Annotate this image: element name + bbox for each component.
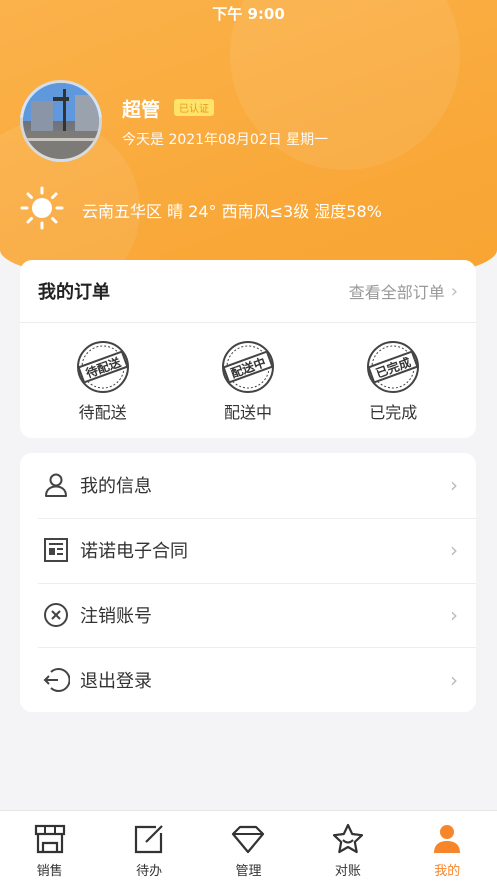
chevron-right-icon: › xyxy=(450,602,458,627)
settings-menu: 我的信息 › 诺诺电子合同 › 注销账号 › 退出登录 › xyxy=(20,453,476,712)
diamond-icon xyxy=(232,825,265,854)
order-status-label: 配送中 xyxy=(223,403,272,422)
date-text: 今天是 2021年08月02日 星期一 xyxy=(122,132,329,148)
view-all-orders-label: 查看全部订单 xyxy=(348,283,445,302)
username: 超管 xyxy=(122,99,161,121)
tab-label: 销售 xyxy=(36,864,63,879)
delivering-stamp-icon: 配送中 xyxy=(221,341,274,393)
order-status-row: 待配送 待配送 配送中 配送中 已完成 已完成 xyxy=(20,323,476,423)
logout-icon xyxy=(43,667,70,692)
menu-item-my-info[interactable]: 我的信息 › xyxy=(20,453,476,518)
avatar[interactable] xyxy=(20,80,102,162)
order-status-completed[interactable]: 已完成 已完成 xyxy=(343,339,443,423)
order-status-label: 待配送 xyxy=(78,403,127,422)
sun-icon xyxy=(20,186,64,230)
view-all-orders-link[interactable]: 查看全部订单 › xyxy=(349,279,458,303)
menu-item-contract[interactable]: 诺诺电子合同 › xyxy=(20,517,476,583)
pending-stamp-icon: 待配送 xyxy=(76,341,129,393)
order-status-pending[interactable]: 待配送 待配送 xyxy=(53,339,153,423)
completed-stamp-icon: 已完成 xyxy=(367,341,420,393)
tab-label: 待办 xyxy=(136,864,163,879)
menu-item-label: 诺诺电子合同 xyxy=(80,541,188,563)
tab-todo[interactable]: 待办 xyxy=(104,811,194,883)
menu-item-label: 我的信息 xyxy=(80,476,152,498)
tab-mine[interactable]: 我的 xyxy=(402,811,492,883)
tab-sales[interactable]: 销售 xyxy=(5,811,95,883)
orders-title: 我的订单 xyxy=(38,282,110,303)
edit-icon xyxy=(134,825,163,854)
weather-text: 云南五华区 晴 24° 西南风≤3级 湿度58% xyxy=(82,202,382,221)
chevron-right-icon: › xyxy=(450,538,458,563)
chevron-right-icon: › xyxy=(450,280,458,302)
menu-item-label: 注销账号 xyxy=(80,605,152,627)
status-bar: 下午 9:00 xyxy=(0,0,497,26)
order-status-delivering[interactable]: 配送中 配送中 xyxy=(198,339,298,423)
orders-header: 我的订单 查看全部订单 › xyxy=(20,260,476,323)
store-icon xyxy=(34,824,65,854)
verified-badge: 已认证 xyxy=(174,99,214,116)
bottom-tab-bar: 销售 待办 管理 对账 我的 xyxy=(0,810,497,883)
menu-item-label: 退出登录 xyxy=(80,670,152,692)
menu-item-logout[interactable]: 退出登录 › xyxy=(20,647,476,712)
tab-manage[interactable]: 管理 xyxy=(203,811,293,883)
orders-card: 我的订单 查看全部订单 › 待配送 待配送 配送中 配送中 已完成 已完成 xyxy=(20,260,476,438)
user-icon xyxy=(45,473,67,498)
star-icon xyxy=(332,823,363,854)
menu-item-deactivate[interactable]: 注销账号 › xyxy=(20,582,476,648)
tab-label: 我的 xyxy=(434,864,461,879)
chevron-right-icon: › xyxy=(450,667,458,692)
cancel-circle-icon xyxy=(44,602,68,627)
person-icon xyxy=(434,825,461,853)
contract-icon xyxy=(44,538,68,563)
chevron-right-icon: › xyxy=(450,473,458,498)
tab-label: 管理 xyxy=(235,864,262,879)
order-status-label: 已完成 xyxy=(369,403,418,422)
tab-label: 对账 xyxy=(334,864,361,879)
tab-reconcile[interactable]: 对账 xyxy=(303,811,393,883)
status-time: 下午 9:00 xyxy=(212,4,285,23)
